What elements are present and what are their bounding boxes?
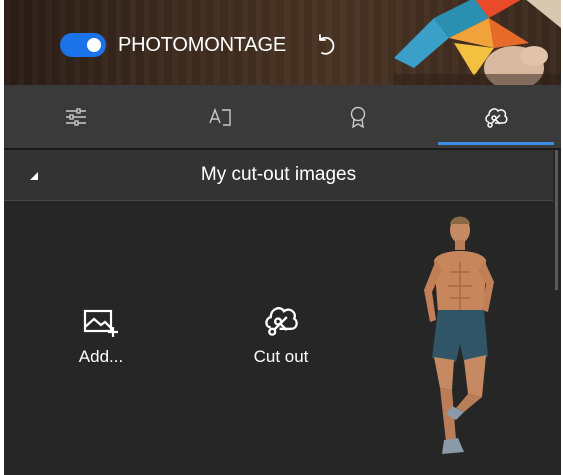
tab-cut-out[interactable]: [438, 85, 554, 148]
cut-out-scissors-icon: [265, 307, 298, 336]
text-icon: [209, 107, 231, 126]
award-badge-icon: [350, 106, 366, 128]
tab-text[interactable]: [162, 85, 278, 148]
active-tab-indicator: [438, 142, 554, 145]
scrollbar[interactable]: [555, 150, 558, 290]
app-panel: PHOTOMONTAGE My cut-out images Add... Cu…: [4, 0, 561, 475]
section-title: My cut-out images: [200, 164, 357, 185]
mode-title: PHOTOMONTAGE: [118, 34, 286, 56]
tangram-banner-image: [394, 0, 561, 85]
tab-badge[interactable]: [300, 85, 416, 148]
cut-out-image-thumbnail[interactable]: [412, 212, 512, 468]
tab-adjustments[interactable]: [18, 85, 134, 148]
header-banner: PHOTOMONTAGE: [4, 0, 561, 85]
undo-icon[interactable]: [313, 32, 339, 58]
cut-out-scissors-icon: [485, 107, 508, 128]
add-button-label: Add...: [78, 347, 124, 366]
cut-out-button[interactable]: Cut out: [221, 301, 341, 367]
add-button[interactable]: Add...: [41, 305, 161, 367]
section-header-my-cut-out-images[interactable]: My cut-out images: [4, 150, 553, 200]
photomontage-toggle[interactable]: [60, 33, 106, 57]
tool-tab-bar: [4, 85, 561, 148]
toggle-knob: [87, 38, 101, 52]
add-image-icon: [83, 309, 118, 337]
divider: [4, 200, 553, 201]
cut-out-button-label: Cut out: [253, 347, 309, 366]
adjustments-sliders-icon: [66, 107, 86, 126]
